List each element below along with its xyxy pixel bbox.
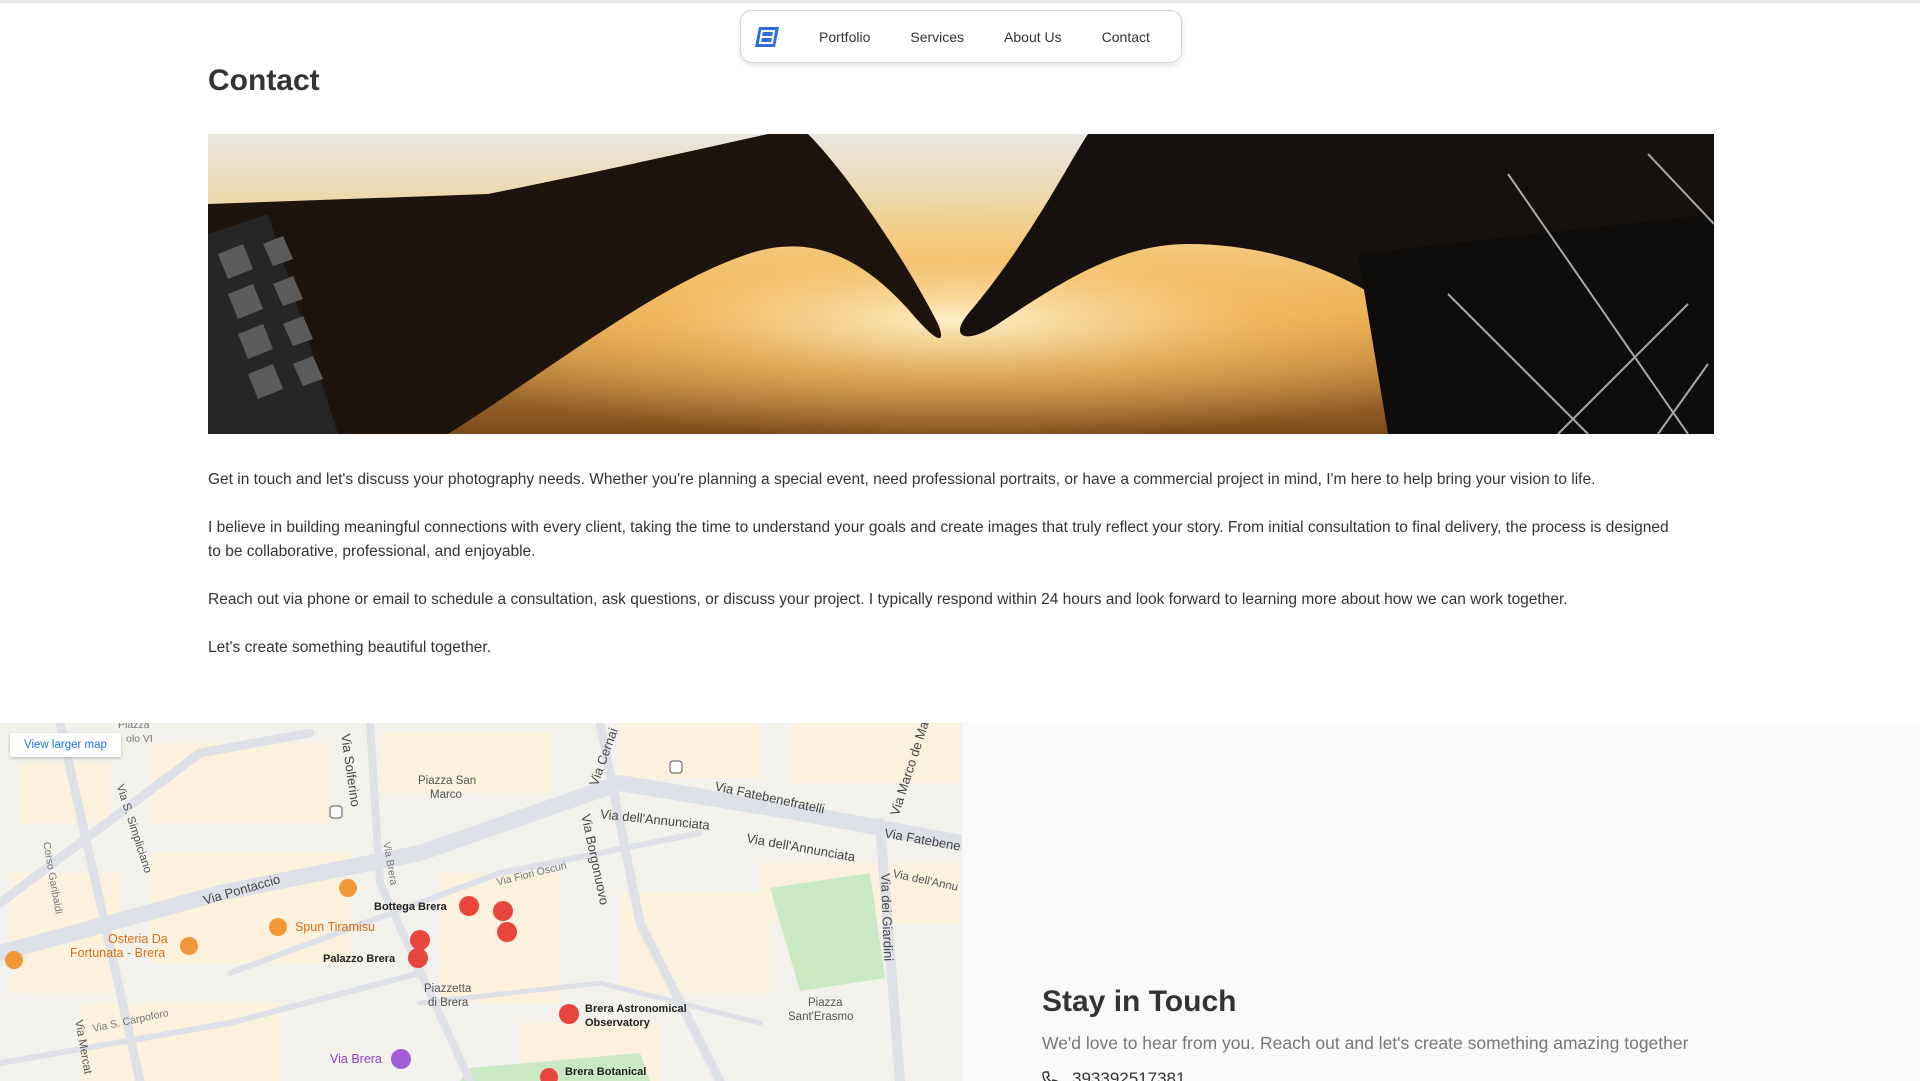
intro-text: Get in touch and let's discuss your phot… [208, 468, 1678, 684]
map-label: di Brera [428, 997, 469, 1009]
map-label: Piazzetta [424, 983, 472, 995]
map-label: Spun Tiramisu [295, 920, 375, 934]
intro-paragraph-1: Get in touch and let's discuss your phot… [208, 471, 1596, 488]
map-label: Piazza San [418, 775, 477, 787]
view-larger-map-link[interactable]: View larger map [10, 733, 121, 757]
stay-in-touch-title: Stay in Touch [1042, 985, 1237, 1018]
nav-item-portfolio[interactable]: Portfolio [819, 29, 870, 45]
map-label: Marco [430, 789, 462, 801]
top-border [0, 0, 1920, 3]
nav-menu: Portfolio Services About Us Contact [819, 29, 1150, 45]
nav-item-about-us[interactable]: About Us [1004, 29, 1062, 45]
map-label: Observatory [585, 1017, 650, 1029]
stay-in-touch-panel: Stay in Touch We'd love to hear from you… [962, 723, 1920, 1081]
intro-paragraph-2: I believe in building meaningful connect… [208, 519, 1669, 560]
map-label: Bottega Brera [374, 901, 447, 913]
map-label: Palazzo Brera [323, 953, 396, 965]
stay-in-touch-subtitle: We'd love to hear from you. Reach out an… [1042, 1033, 1689, 1053]
map-label: Via dei Giardini [878, 872, 897, 962]
map-label: Via Brera [330, 1052, 382, 1066]
map-label: Brera Astronomical [585, 1003, 687, 1015]
map-label: Sant'Erasmo [788, 1011, 854, 1023]
intro-paragraph-4: Let's create something beautiful togethe… [208, 639, 492, 656]
page-title: Contact [208, 64, 320, 97]
map-label: olo VI [126, 733, 153, 745]
map-label: Fortunata - Brera [70, 946, 166, 960]
map-label: Osteria Da [108, 932, 168, 946]
nav-item-contact[interactable]: Contact [1102, 29, 1150, 45]
embedded-map[interactable]: View larger map Piazza olo VI Via Solfer… [0, 723, 962, 1081]
map-label: Piazza [118, 723, 150, 731]
map-label: Piazza [808, 997, 843, 1009]
brand-logo-icon[interactable] [751, 21, 783, 53]
map-label: Brera Botanical [565, 1066, 647, 1078]
phone-icon [1042, 1071, 1058, 1081]
intro-paragraph-3: Reach out via phone or email to schedule… [208, 591, 1568, 608]
phone-contact[interactable]: 393392517381 [1042, 1069, 1185, 1081]
main-navbar: Portfolio Services About Us Contact [740, 10, 1182, 63]
phone-number[interactable]: 393392517381 [1072, 1069, 1185, 1081]
nav-item-services[interactable]: Services [910, 29, 964, 45]
hero-image [208, 134, 1714, 434]
